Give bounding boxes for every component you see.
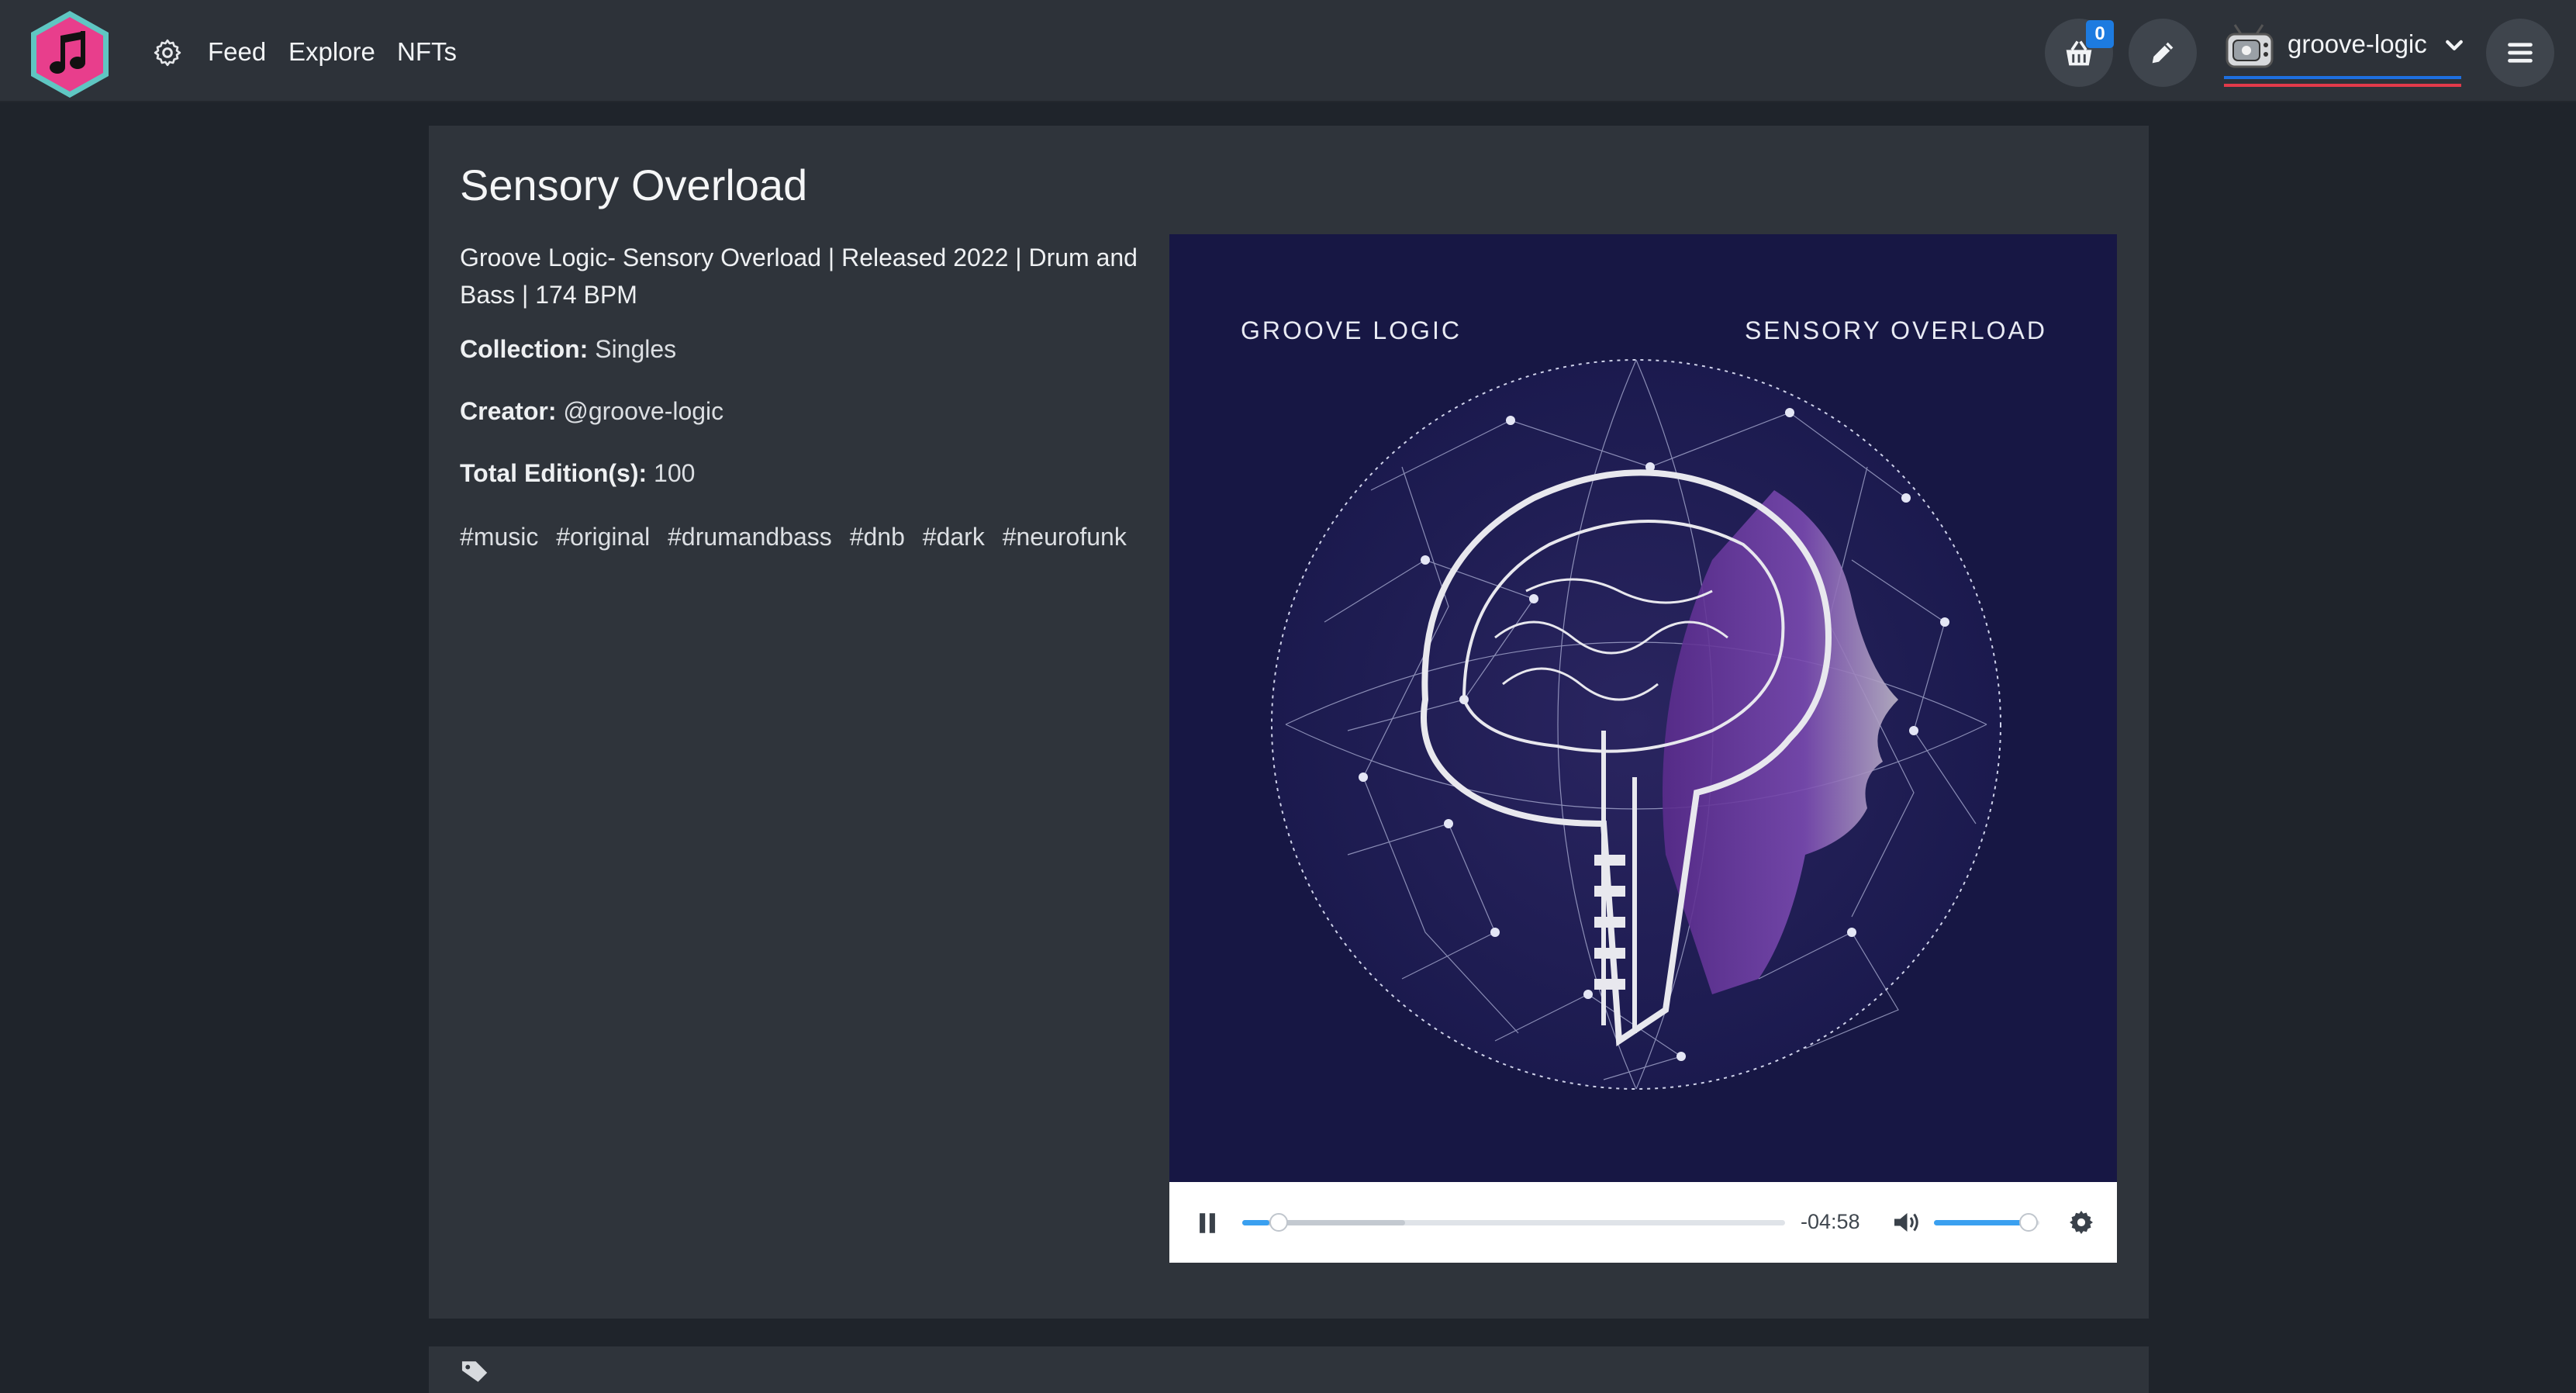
volume-icon[interactable]	[1891, 1208, 1922, 1236]
volume-thumb[interactable]	[2019, 1213, 2039, 1232]
album-cover: GROOVE LOGIC SENSORY OVERLOAD	[1169, 234, 2117, 1182]
tag-list: #music #original #drumandbass #dnb #dark…	[460, 523, 1138, 551]
audio-player: GROOVE LOGIC SENSORY OVERLOAD -04:58	[1169, 234, 2117, 1263]
page-title: Sensory Overload	[460, 161, 808, 209]
gear-icon[interactable]	[152, 37, 183, 68]
progress-slider[interactable]	[1242, 1213, 1785, 1232]
tags-icon	[461, 1361, 488, 1382]
nft-tags-card	[429, 1346, 2149, 1393]
tag-link[interactable]: #dnb	[850, 523, 905, 551]
edit-button[interactable]	[2129, 19, 2197, 87]
hamburger-icon	[2508, 43, 2533, 63]
editions-row: Total Edition(s): 100	[460, 459, 695, 488]
music-note-hexagon-logo[interactable]	[26, 8, 113, 101]
tag-link[interactable]: #music	[460, 523, 538, 551]
tag-link[interactable]: #neurofunk	[1003, 523, 1127, 551]
tag-link[interactable]: #dark	[923, 523, 985, 551]
cart-count-badge: 0	[2086, 20, 2114, 48]
nft-description: Groove Logic- Sensory Overload | Release…	[460, 244, 1138, 309]
chevron-down-icon	[2446, 40, 2463, 50]
tag-link[interactable]: #drumandbass	[668, 523, 832, 551]
menu-button[interactable]	[2486, 19, 2554, 87]
top-navbar: Feed Explore NFTs 0 groove-logic	[0, 0, 2576, 102]
collection-value[interactable]: Singles	[595, 335, 676, 363]
nft-detail-card: Sensory Overload Groove Logic- Sensory O…	[429, 126, 2149, 1319]
player-controls: -04:58	[1169, 1182, 2117, 1263]
user-underline-blue	[2224, 76, 2461, 79]
progress-thumb[interactable]	[1269, 1213, 1288, 1232]
user-underline-red	[2224, 84, 2461, 87]
collection-row: Collection: Singles	[460, 335, 676, 364]
volume-fill	[1934, 1220, 2029, 1225]
editions-label: Total Edition(s):	[460, 459, 647, 487]
progress-fill	[1242, 1220, 1269, 1225]
nav-link-feed[interactable]: Feed	[208, 37, 266, 67]
nav-link-nfts[interactable]: NFTs	[397, 37, 457, 67]
pencil-icon	[2152, 42, 2174, 64]
username: groove-logic	[2288, 29, 2427, 58]
tag-link[interactable]: #original	[556, 523, 650, 551]
pause-icon[interactable]	[1194, 1210, 1221, 1236]
gear-icon[interactable]	[2067, 1208, 2095, 1236]
avatar	[2226, 24, 2274, 68]
time-remaining: -04:58	[1801, 1210, 1860, 1233]
editions-value: 100	[654, 459, 696, 487]
creator-label: Creator:	[460, 397, 557, 425]
nav-link-explore[interactable]: Explore	[288, 37, 375, 67]
volume-slider[interactable]	[1934, 1213, 2039, 1232]
creator-row: Creator: @groove-logic	[460, 397, 723, 426]
brain-sphere-artwork	[1271, 359, 2001, 1090]
collection-label: Collection:	[460, 335, 589, 363]
creator-link[interactable]: @groove-logic	[563, 397, 723, 425]
